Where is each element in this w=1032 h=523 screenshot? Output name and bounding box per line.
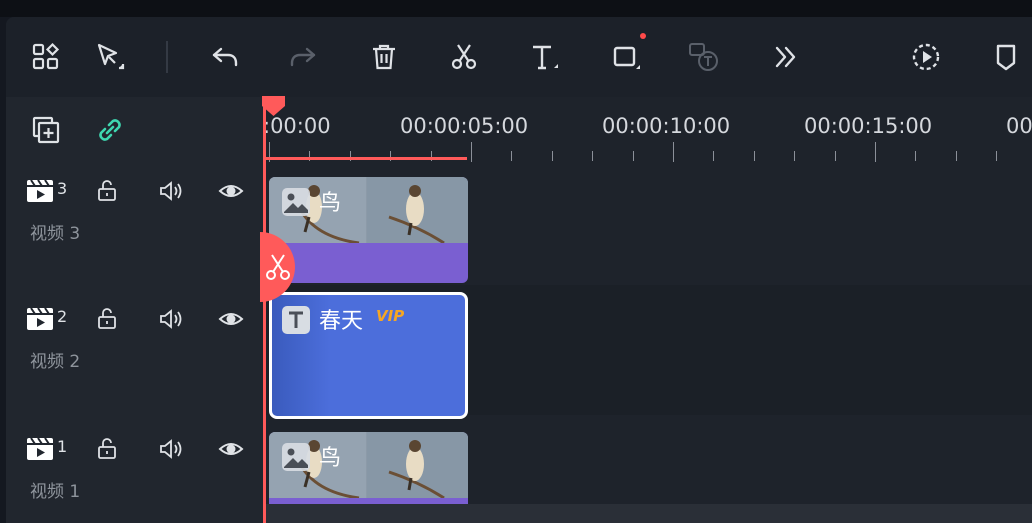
track-number: 3 — [57, 179, 68, 198]
speaker-icon[interactable] — [158, 437, 184, 461]
unlock-icon[interactable] — [95, 179, 119, 203]
layout-grid-icon[interactable] — [26, 37, 66, 77]
speaker-icon[interactable] — [158, 179, 184, 203]
toolbar-separator — [166, 41, 168, 73]
delete-icon[interactable] — [364, 37, 404, 77]
notification-dot — [640, 33, 646, 39]
ruler-tick — [713, 151, 715, 161]
crop-icon[interactable] — [606, 37, 646, 77]
timeline-toolbar — [6, 17, 1032, 97]
eye-icon[interactable] — [218, 309, 244, 329]
track-label: 视频 3 — [30, 224, 81, 244]
ruler-label: 00 — [1006, 114, 1032, 138]
select-arrow-icon[interactable] — [90, 37, 130, 77]
track-header-1: 1 视频 1 — [6, 435, 263, 523]
image-clip[interactable]: 鸟 — [269, 177, 468, 283]
image-icon — [282, 443, 310, 471]
ruler-tick — [551, 151, 553, 161]
video-track-icon — [27, 307, 53, 330]
unlock-icon[interactable] — [95, 437, 119, 461]
scissors-icon[interactable] — [444, 37, 484, 77]
playhead-handle[interactable] — [261, 96, 287, 120]
video-track-icon — [27, 179, 53, 202]
ruler-tick — [875, 142, 876, 162]
link-icon[interactable] — [90, 110, 130, 150]
horizontal-scrollbar[interactable] — [263, 504, 1032, 523]
timeline-area[interactable]: :00:00 00:00:05:00 00:00:10:00 00:00:15:… — [263, 97, 1032, 523]
scissors-icon — [265, 254, 290, 280]
vip-badge: VIP — [376, 307, 405, 325]
track-header-2: 2 视频 2 — [6, 305, 263, 397]
work-area-bar[interactable] — [263, 157, 467, 160]
add-track-icon[interactable] — [26, 110, 66, 150]
ruler-tick — [996, 151, 998, 161]
redo-icon[interactable] — [283, 37, 323, 77]
ruler-tick — [471, 142, 472, 162]
clip-title: 鸟 — [319, 191, 342, 216]
ruler-tick — [834, 151, 836, 161]
ruler-tick — [673, 142, 674, 162]
ruler-label: 00:00:05:00 — [400, 114, 529, 138]
ruler-tick — [955, 151, 957, 161]
more-icon[interactable] — [765, 37, 805, 77]
ruler-tick — [915, 151, 917, 161]
eye-icon[interactable] — [218, 181, 244, 201]
text-icon[interactable] — [525, 37, 565, 77]
ruler-tick — [753, 151, 755, 161]
track-header-3: 3 视频 3 — [6, 177, 263, 269]
ruler-tick — [794, 151, 796, 161]
text-icon — [282, 306, 310, 334]
track-number: 2 — [57, 307, 68, 326]
marker-icon[interactable] — [986, 37, 1026, 77]
clip-title: 鸟 — [319, 446, 342, 471]
text-to-speech-icon[interactable] — [684, 37, 724, 77]
ruler-tick — [592, 151, 594, 161]
undo-icon[interactable] — [205, 37, 245, 77]
ruler-label: 00:00:15:00 — [804, 114, 933, 138]
time-ruler[interactable]: :00:00 00:00:05:00 00:00:10:00 00:00:15:… — [263, 97, 1032, 167]
clip-title: 春天 — [319, 309, 364, 334]
track-label: 视频 2 — [30, 352, 81, 372]
video-track-icon — [27, 437, 53, 460]
ruler-label: 00:00:10:00 — [602, 114, 731, 138]
ruler-tick — [632, 151, 634, 161]
playhead[interactable] — [263, 97, 266, 523]
track-header-panel: 3 视频 3 2 视频 2 1 视频 1 — [6, 97, 263, 523]
track-label: 视频 1 — [30, 482, 81, 502]
image-icon — [282, 188, 310, 216]
eye-icon[interactable] — [218, 439, 244, 459]
ruler-tick — [511, 151, 513, 161]
window-top-strip — [0, 0, 1032, 17]
speaker-icon[interactable] — [158, 307, 184, 331]
editor-app: 3 视频 3 2 视频 2 1 视频 1:00:00 00:00:05:00 … — [6, 17, 1032, 523]
render-preview-icon[interactable] — [906, 37, 946, 77]
text-clip-selected[interactable]: 春天 VIP — [269, 292, 468, 419]
unlock-icon[interactable] — [95, 307, 119, 331]
track-number: 1 — [57, 437, 68, 456]
